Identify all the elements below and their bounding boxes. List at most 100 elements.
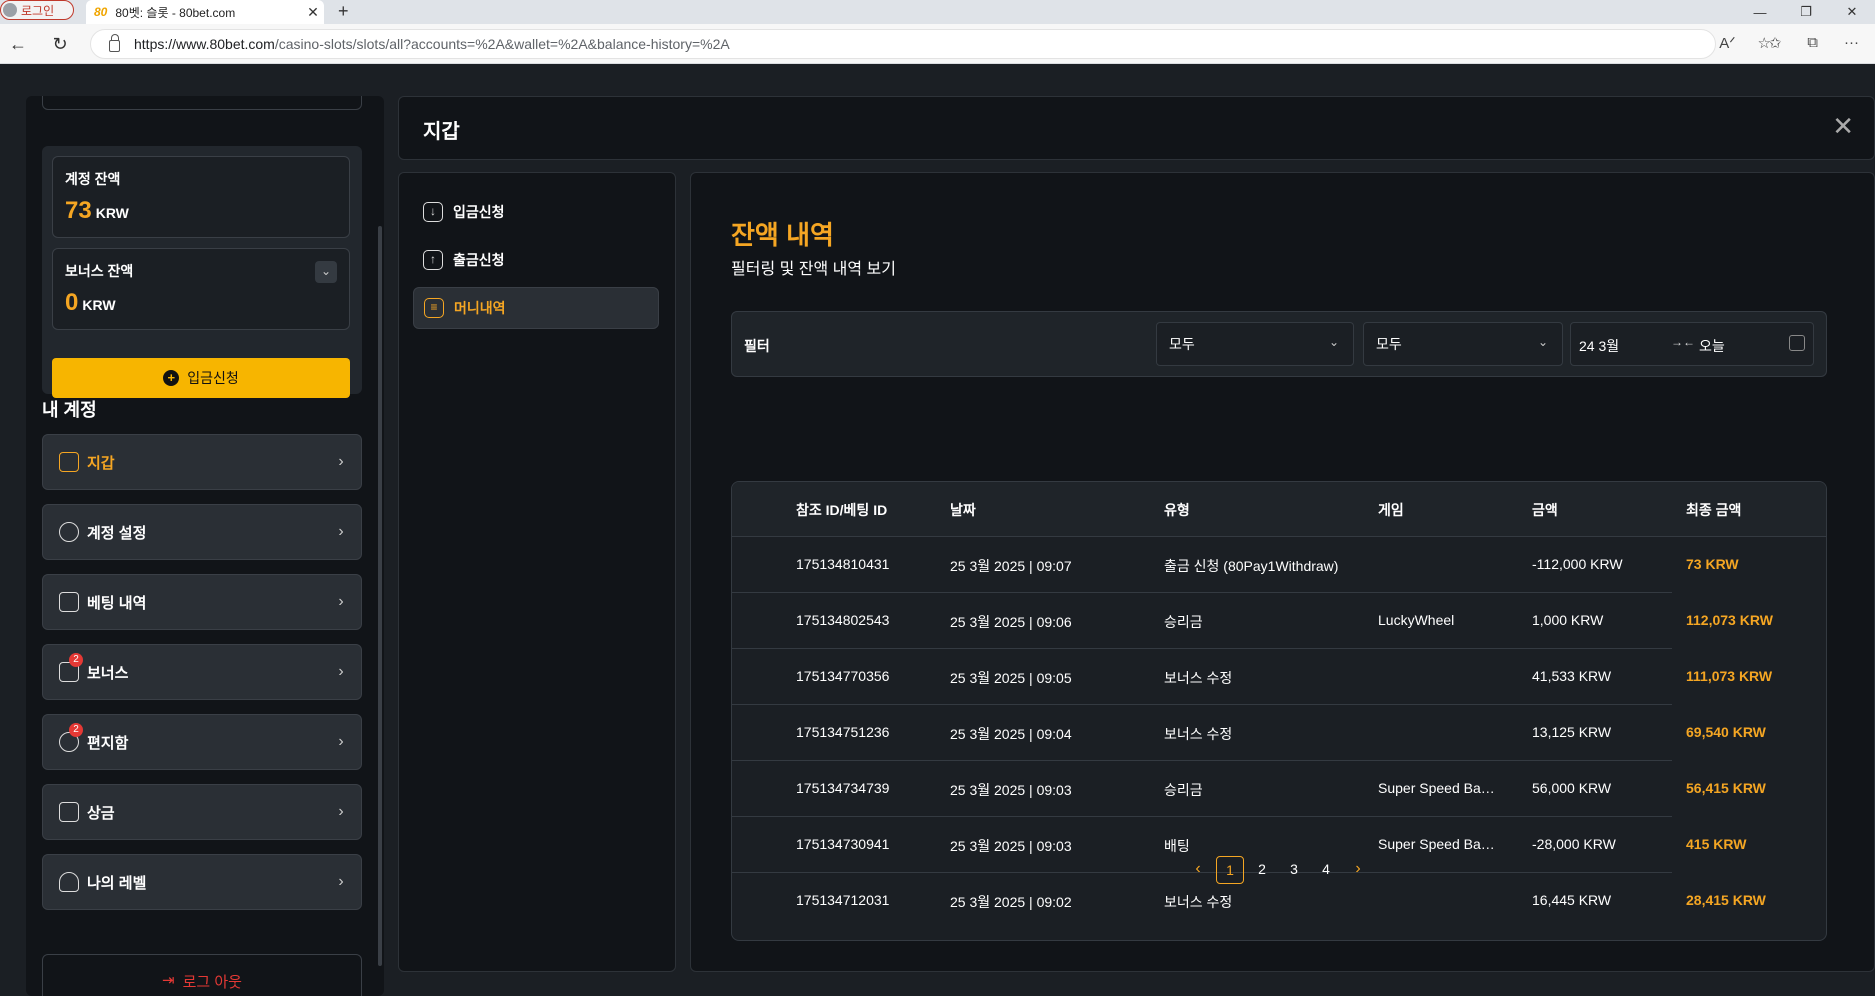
bonus-balance-card: 보너스 잔액 ⌄ 0 KRW	[52, 248, 350, 330]
table-row: 175134734739 25 3월 2025 | 09:03 승리금 Super S…	[732, 761, 1826, 817]
logout-button[interactable]: ⇥ 로그 아웃	[42, 954, 362, 996]
browser-tab[interactable]: 80 80벳: 슬롯 - 80bet.com ✕	[86, 0, 324, 24]
table-cell: 25 3월 2025 | 09:07	[950, 558, 1072, 574]
table-cell: 보너스 수정	[1164, 670, 1233, 686]
table-row: 175134810431 25 3월 2025 | 09:07 출금 신청 (80P…	[732, 537, 1826, 593]
tab-withdraw[interactable]: ↑ 출금신청	[413, 239, 659, 281]
account-balance-value: 73	[65, 197, 92, 224]
table-cell: 175134810431	[796, 556, 890, 572]
table-cell: 175134712031	[796, 892, 890, 908]
column-header: 게임	[1378, 502, 1404, 518]
sidebar-item-prizes[interactable]: 상금 ›	[42, 784, 362, 840]
pagination: ‹ 1 2 3 4 ›	[0, 856, 1875, 886]
chevron-down-icon: ⌄	[1328, 335, 1339, 349]
window-controls: — ❐ ✕	[1737, 0, 1875, 24]
page-4[interactable]: 4	[1312, 856, 1340, 884]
my-account-title: 내 계정	[42, 400, 97, 420]
table-cell: 73 KRW	[1686, 556, 1739, 572]
filter-select-1[interactable]: 모두 ⌄	[1156, 322, 1354, 366]
sidebar-item-label: 보너스	[87, 664, 129, 682]
profile-label: 로그인	[21, 3, 55, 18]
read-aloud-icon[interactable]: Aᐟ	[1719, 34, 1735, 52]
extensions-icon[interactable]: ⧉	[1807, 34, 1818, 52]
browser-tab-strip: 로그인 80 80벳: 슬롯 - 80bet.com ✕ + — ❐ ✕	[0, 0, 1875, 24]
close-tab-icon[interactable]: ✕	[302, 4, 324, 21]
chevron-right-icon: ›	[338, 803, 344, 820]
sidebar-item-wallet[interactable]: 지갑 ›	[42, 434, 362, 490]
deposit-button[interactable]: + 입금신청	[52, 358, 350, 398]
avatar-icon	[3, 3, 17, 17]
chevron-right-icon: ›	[338, 453, 344, 470]
tab-deposit[interactable]: ↓ 입금신청	[413, 191, 659, 233]
profile-button[interactable]: 로그인	[0, 0, 74, 20]
restore-icon[interactable]: ❐	[1783, 0, 1829, 24]
more-icon[interactable]: ···	[1844, 34, 1859, 52]
deposit-button-label: 입금신청	[187, 370, 239, 386]
table-row: 175134751236 25 3월 2025 | 09:04 보너스 수정 13,1…	[732, 705, 1826, 761]
upload-icon: ↑	[423, 250, 443, 270]
table-cell: 69,540 KRW	[1686, 724, 1766, 740]
table-cell: 175134734739	[796, 780, 890, 796]
url-path: /casino-slots/slots/all?accounts=%2A&wal…	[274, 36, 730, 52]
table-cell: LuckyWheel	[1378, 612, 1455, 628]
column-header: 참조 ID/베팅 ID	[796, 502, 888, 518]
tab-label: 출금신청	[453, 252, 505, 268]
select-value: 모두	[1169, 336, 1195, 352]
table-cell: 13,125 KRW	[1532, 724, 1612, 740]
table-row: 175134802543 25 3월 2025 | 09:06 승리금 LuckyWh…	[732, 593, 1826, 649]
history-icon: ≡	[424, 298, 444, 318]
sidebar-item-inbox[interactable]: 2 편지함 ›	[42, 714, 362, 770]
window-close-icon[interactable]: ✕	[1829, 0, 1875, 24]
url-field[interactable]: https://www.80bet.com/casino-slots/slots…	[90, 29, 1716, 59]
table-cell: 16,445 KRW	[1532, 892, 1612, 908]
table-cell: 승리금	[1164, 614, 1203, 630]
account-balance-card: 계정 잔액 73 KRW	[52, 156, 350, 238]
new-tab-icon[interactable]: +	[338, 0, 349, 22]
sidebar-item-bet-history[interactable]: 베팅 내역 ›	[42, 574, 362, 630]
page-2[interactable]: 2	[1248, 856, 1276, 884]
notification-badge: 2	[69, 723, 83, 737]
back-icon[interactable]: ←	[6, 32, 30, 56]
filter-label: 필터	[744, 338, 770, 354]
sidebar-item-label: 계정 설정	[87, 524, 147, 542]
table-cell: 415 KRW	[1686, 836, 1747, 852]
close-icon[interactable]: ✕	[1832, 111, 1854, 142]
sidebar-item-account-settings[interactable]: 계정 설정 ›	[42, 504, 362, 560]
page-title: 잔액 내역	[731, 220, 834, 250]
wallet-title: 지갑	[423, 121, 460, 143]
page-1[interactable]: 1	[1216, 856, 1244, 884]
table-cell: 1,000 KRW	[1532, 612, 1604, 628]
wallet-icon	[59, 452, 79, 472]
filter-select-2[interactable]: 모두 ⌄	[1363, 322, 1563, 366]
next-page-icon[interactable]: ›	[1344, 856, 1372, 884]
sidebar-scrollbar[interactable]	[378, 226, 382, 966]
lock-icon	[109, 34, 120, 52]
bonus-balance-value: 0	[65, 289, 79, 316]
crown-icon	[59, 802, 79, 822]
table-cell: -112,000 KRW	[1532, 556, 1623, 572]
favorites-icon[interactable]: ✩	[1769, 34, 1782, 52]
account-balance-label: 계정 잔액	[65, 171, 121, 187]
calendar-icon[interactable]	[1789, 335, 1805, 351]
table-cell: Super Speed Ba…	[1378, 780, 1495, 796]
column-header: 최종 금액	[1686, 502, 1742, 518]
date-range-picker[interactable]: 24 3월 →← 오늘	[1570, 322, 1814, 366]
table-cell: -28,000 KRW	[1532, 836, 1616, 852]
wallet-nav: ↓ 입금신청 ↑ 출금신청 ≡ 머니내역	[398, 172, 676, 972]
chevron-down-icon: ⌄	[1537, 335, 1548, 349]
table-cell: 승리금	[1164, 782, 1203, 798]
sidebar-item-bonus[interactable]: 2 보너스 ›	[42, 644, 362, 700]
chevron-down-icon[interactable]: ⌄	[315, 261, 337, 283]
receipt-icon	[59, 592, 79, 612]
prev-page-icon[interactable]: ‹	[1184, 856, 1212, 884]
minimize-icon[interactable]: —	[1737, 0, 1783, 24]
tab-money-history[interactable]: ≡ 머니내역	[413, 287, 659, 329]
page-3[interactable]: 3	[1280, 856, 1308, 884]
table-cell: 25 3월 2025 | 09:03	[950, 782, 1072, 798]
tab-label: 입금신청	[453, 204, 505, 220]
date-from: 24 3월	[1579, 338, 1620, 354]
reload-icon[interactable]: ↻	[48, 32, 72, 56]
column-header: 금액	[1532, 502, 1558, 518]
table-cell: 175134730941	[796, 836, 890, 852]
table-cell: 보너스 수정	[1164, 894, 1233, 910]
